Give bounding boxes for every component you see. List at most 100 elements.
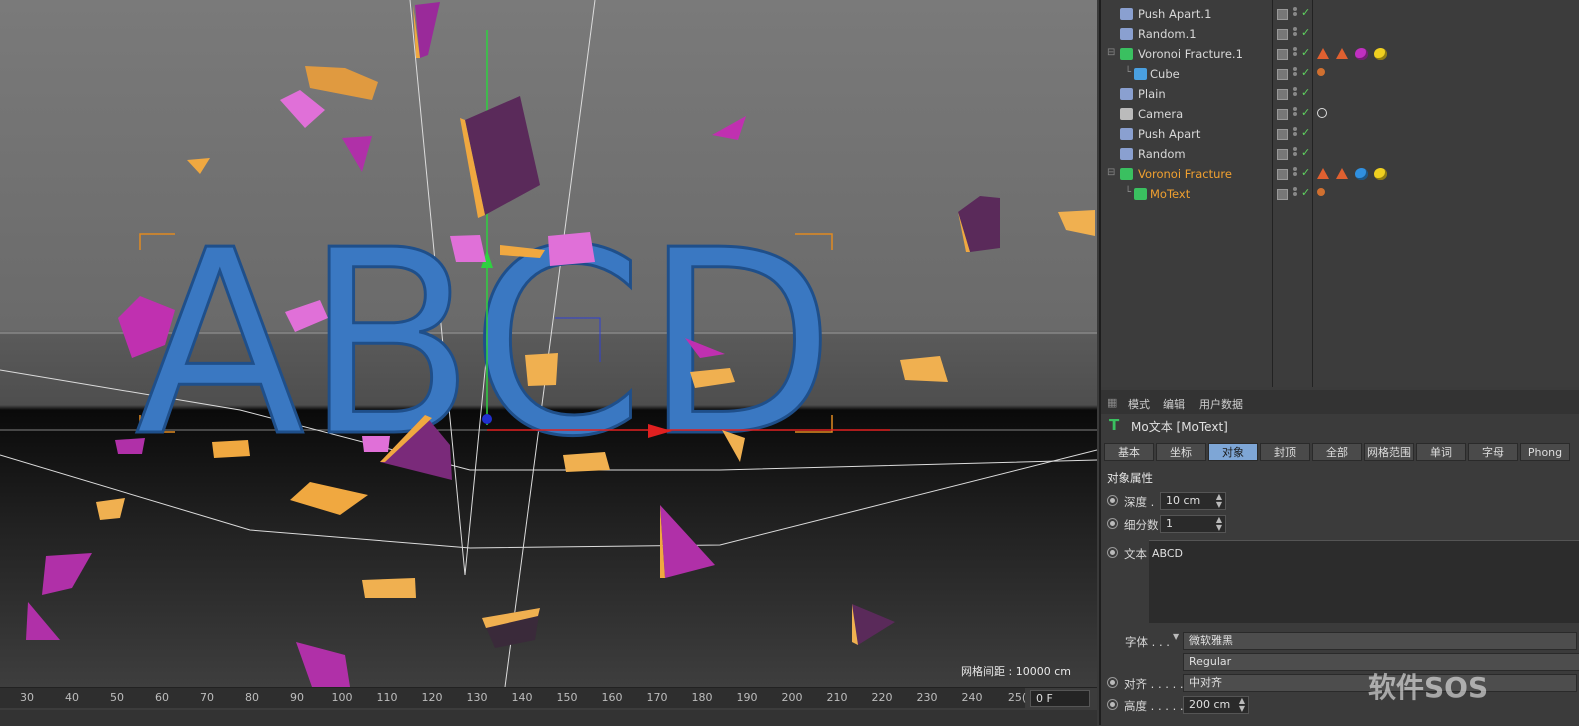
visibility-dots[interactable] bbox=[1293, 87, 1297, 101]
dropdown-arrow-icon[interactable]: ▼ bbox=[1173, 632, 1179, 641]
visibility-dots[interactable] bbox=[1293, 187, 1297, 201]
timeline-tick-label: 120 bbox=[421, 691, 443, 704]
layer-flag[interactable] bbox=[1277, 69, 1288, 80]
layer-flag[interactable] bbox=[1277, 149, 1288, 160]
layer-flag[interactable] bbox=[1277, 169, 1288, 180]
dots-orange-tag-icon[interactable] bbox=[1317, 188, 1325, 196]
object-row[interactable]: Plain ✓ bbox=[1101, 84, 1579, 104]
enabled-check-icon[interactable]: ✓ bbox=[1301, 86, 1310, 99]
font-dropdown[interactable]: 微软雅黑 bbox=[1183, 632, 1577, 650]
spinner-icon[interactable]: ▲ ▼ bbox=[1216, 516, 1222, 532]
tree-toggle[interactable]: └ bbox=[1125, 187, 1131, 198]
layer-flag[interactable] bbox=[1277, 89, 1288, 100]
tree-toggle[interactable]: ⊟ bbox=[1107, 47, 1115, 58]
object-name[interactable]: Camera bbox=[1138, 107, 1183, 121]
grid-spacing-label: 网格间距 : 10000 cm bbox=[961, 665, 1071, 678]
object-name[interactable]: MoText bbox=[1150, 187, 1190, 201]
tab-basic[interactable]: 基本 bbox=[1104, 443, 1154, 461]
ball-yellow-tag-icon[interactable] bbox=[1374, 168, 1387, 180]
visibility-dots[interactable] bbox=[1293, 107, 1297, 121]
ball-magenta-tag-icon[interactable] bbox=[1355, 48, 1368, 60]
object-row[interactable]: └ MoText ✓ bbox=[1101, 184, 1579, 204]
tab-phong[interactable]: Phong bbox=[1520, 443, 1570, 461]
object-row[interactable]: ⊟ Voronoi Fracture ✓ bbox=[1101, 164, 1579, 184]
text-input[interactable]: ABCD bbox=[1149, 540, 1579, 623]
object-manager[interactable]: Push Apart.1 ✓ Random.1 ✓ ⊟ Voronoi Fracture.… bbox=[1101, 0, 1579, 387]
visibility-dots[interactable] bbox=[1293, 7, 1297, 21]
animate-radio[interactable] bbox=[1107, 699, 1118, 710]
height-input[interactable]: 200 cm ▲ ▼ bbox=[1183, 696, 1249, 714]
menu-mode[interactable]: 模式 bbox=[1128, 396, 1150, 412]
animate-radio[interactable] bbox=[1107, 518, 1118, 529]
visibility-dots[interactable] bbox=[1293, 47, 1297, 61]
tab-object[interactable]: 对象 bbox=[1208, 443, 1258, 461]
visibility-dots[interactable] bbox=[1293, 127, 1297, 141]
object-name[interactable]: Cube bbox=[1150, 67, 1180, 81]
enabled-check-icon[interactable]: ✓ bbox=[1301, 146, 1310, 159]
dots-orange-tag-icon[interactable] bbox=[1317, 68, 1325, 76]
animate-radio[interactable] bbox=[1107, 547, 1118, 558]
object-row[interactable]: ⊟ Voronoi Fracture.1 ✓ bbox=[1101, 44, 1579, 64]
visibility-dots[interactable] bbox=[1293, 67, 1297, 81]
layer-flag[interactable] bbox=[1277, 49, 1288, 60]
object-row[interactable]: └ Cube ✓ bbox=[1101, 64, 1579, 84]
tab-caps[interactable]: 封顶 bbox=[1260, 443, 1310, 461]
visibility-dots[interactable] bbox=[1293, 27, 1297, 41]
enabled-check-icon[interactable]: ✓ bbox=[1301, 6, 1310, 19]
subdivision-input[interactable]: 1 ▲ ▼ bbox=[1160, 515, 1226, 533]
ball-blue-tag-icon[interactable] bbox=[1355, 168, 1368, 180]
object-row[interactable]: Push Apart ✓ bbox=[1101, 124, 1579, 144]
enabled-check-icon[interactable]: ✓ bbox=[1301, 66, 1310, 79]
animate-radio[interactable] bbox=[1107, 677, 1118, 688]
object-row[interactable]: Camera ✓ bbox=[1101, 104, 1579, 124]
timeline[interactable]: 30 40 50 60 70 80 90 100 110 120 130 140 150 160 170 18… bbox=[0, 687, 1097, 726]
spinner-icon[interactable]: ▲ ▼ bbox=[1216, 493, 1222, 509]
menu-edit[interactable]: 编辑 bbox=[1163, 396, 1185, 412]
object-name[interactable]: Plain bbox=[1138, 87, 1166, 101]
enabled-check-icon[interactable]: ✓ bbox=[1301, 186, 1310, 199]
tri-orange-tag-icon[interactable] bbox=[1317, 168, 1329, 179]
layer-flag[interactable] bbox=[1277, 109, 1288, 120]
3d-viewport[interactable]: ABCD 网格间距: 10000 cm bbox=[0, 0, 1097, 687]
object-row[interactable]: Random ✓ bbox=[1101, 144, 1579, 164]
timeline-tick-label: 80 bbox=[245, 691, 259, 704]
object-name[interactable]: Voronoi Fracture bbox=[1138, 167, 1232, 181]
tri-orange-tag-icon[interactable] bbox=[1336, 168, 1348, 179]
layer-flag[interactable] bbox=[1277, 29, 1288, 40]
target-tag-icon[interactable] bbox=[1317, 108, 1327, 118]
object-name[interactable]: Random.1 bbox=[1138, 27, 1197, 41]
enabled-check-icon[interactable]: ✓ bbox=[1301, 106, 1310, 119]
current-frame-field[interactable]: 0 F bbox=[1030, 690, 1090, 707]
visibility-dots[interactable] bbox=[1293, 147, 1297, 161]
enabled-check-icon[interactable]: ✓ bbox=[1301, 166, 1310, 179]
tri-orange-tag-icon[interactable] bbox=[1317, 48, 1329, 59]
timeline-ruler[interactable]: 30 40 50 60 70 80 90 100 110 120 130 140 150 160 170 18… bbox=[0, 688, 1026, 708]
object-name[interactable]: Push Apart bbox=[1138, 127, 1200, 141]
layer-flag[interactable] bbox=[1277, 9, 1288, 20]
layer-flag[interactable] bbox=[1277, 129, 1288, 140]
tri-orange-tag-icon[interactable] bbox=[1336, 48, 1348, 59]
object-name[interactable]: Voronoi Fracture.1 bbox=[1138, 47, 1243, 61]
enabled-check-icon[interactable]: ✓ bbox=[1301, 126, 1310, 139]
tree-toggle[interactable]: └ bbox=[1125, 67, 1131, 78]
menu-user-data[interactable]: 用户数据 bbox=[1199, 396, 1243, 412]
object-row[interactable]: Random.1 ✓ bbox=[1101, 24, 1579, 44]
tab-all[interactable]: 全部 bbox=[1312, 443, 1362, 461]
tab-letters[interactable]: 字母 bbox=[1468, 443, 1518, 461]
playback-toolbar[interactable] bbox=[0, 710, 1097, 726]
layer-flag[interactable] bbox=[1277, 189, 1288, 200]
object-row[interactable]: Push Apart.1 ✓ bbox=[1101, 4, 1579, 24]
tab-words[interactable]: 单词 bbox=[1416, 443, 1466, 461]
object-name[interactable]: Random bbox=[1138, 147, 1186, 161]
enabled-check-icon[interactable]: ✓ bbox=[1301, 26, 1310, 39]
spinner-icon[interactable]: ▲ ▼ bbox=[1239, 697, 1245, 713]
object-name[interactable]: Push Apart.1 bbox=[1138, 7, 1211, 21]
enabled-check-icon[interactable]: ✓ bbox=[1301, 46, 1310, 59]
ball-yellow-tag-icon[interactable] bbox=[1374, 48, 1387, 60]
depth-input[interactable]: 10 cm ▲ ▼ bbox=[1160, 492, 1226, 510]
animate-radio[interactable] bbox=[1107, 495, 1118, 506]
tab-coord[interactable]: 坐标 bbox=[1156, 443, 1206, 461]
visibility-dots[interactable] bbox=[1293, 167, 1297, 181]
tab-grid-range[interactable]: 网格范围 bbox=[1364, 443, 1414, 461]
tree-toggle[interactable]: ⊟ bbox=[1107, 167, 1115, 178]
